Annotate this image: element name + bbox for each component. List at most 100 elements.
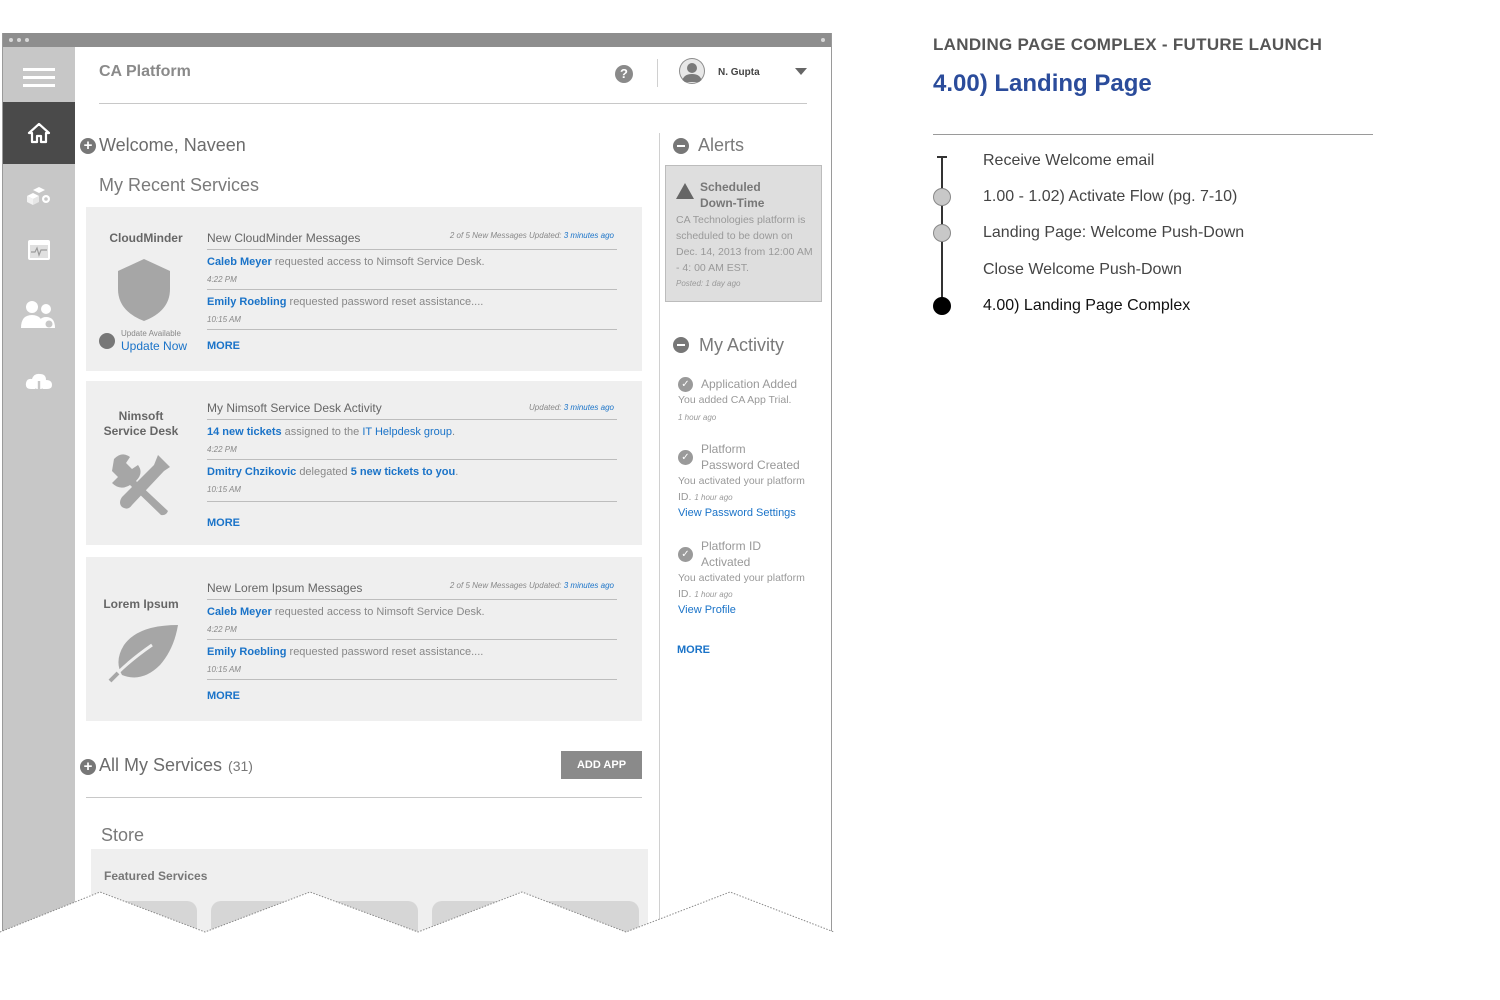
divider xyxy=(207,679,617,680)
all-services-heading: All My Services (31) xyxy=(99,755,253,775)
tickets-link[interactable]: 14 new tickets xyxy=(207,426,282,438)
activity-body: You activated your platform ID. 1 hour a… xyxy=(678,475,805,503)
collapse-minus-icon[interactable] xyxy=(673,337,689,353)
window-dot xyxy=(25,38,29,42)
more-link[interactable]: MORE xyxy=(207,340,240,352)
alert-card[interactable]: Scheduled Down-Time CA Technologies platf… xyxy=(665,165,822,302)
updated-link[interactable]: 3 minutes ago xyxy=(564,403,614,412)
group-link[interactable]: IT Helpdesk group xyxy=(362,426,452,438)
user-link[interactable]: Caleb Meyer xyxy=(207,606,272,618)
user-link[interactable]: Caleb Meyer xyxy=(207,256,272,268)
updated-text: Updated: 3 minutes ago xyxy=(529,403,614,412)
divider xyxy=(86,797,642,798)
message-row: 14 new tickets assigned to the IT Helpde… xyxy=(207,426,456,438)
message-row: Emily Roebling requested password reset … xyxy=(207,296,484,308)
window-dot xyxy=(17,38,21,42)
sidebar-item-cloud[interactable] xyxy=(3,353,75,415)
user-link[interactable]: Emily Roebling xyxy=(207,646,286,658)
divider xyxy=(207,329,617,330)
sidebar-item-users[interactable] xyxy=(3,284,75,346)
alerts-heading: Alerts xyxy=(698,135,745,155)
sidebar xyxy=(3,47,75,933)
activity-time: 1 hour ago xyxy=(694,590,733,599)
check-icon: ✓ xyxy=(678,547,693,562)
timeline-node-current xyxy=(933,297,951,315)
user-silhouette-icon xyxy=(680,59,704,83)
service-name: CloudMinder xyxy=(109,231,183,245)
avatar[interactable] xyxy=(679,58,705,84)
welcome-heading: Welcome, Naveen xyxy=(99,135,246,155)
window-dot xyxy=(821,38,825,42)
update-now-link[interactable]: Update Now xyxy=(121,339,187,353)
activity-title: Platform ID Activated xyxy=(701,539,762,569)
hamburger-menu-button[interactable] xyxy=(3,47,75,109)
torn-edge xyxy=(0,891,840,940)
alert-body: CA Technologies platform is scheduled to… xyxy=(676,214,813,274)
divider xyxy=(207,639,617,640)
more-link[interactable]: MORE xyxy=(207,690,240,702)
sidebar-item-apps[interactable] xyxy=(3,164,75,226)
service-card-cloudminder: CloudMinder Update Available Update Now … xyxy=(86,207,642,371)
activity-time: 1 hour ago xyxy=(694,493,733,502)
shield-icon xyxy=(118,259,170,321)
sidebar-item-monitor[interactable] xyxy=(3,219,75,281)
collapse-minus-icon[interactable] xyxy=(673,138,689,154)
timeline-cap xyxy=(937,156,947,158)
activity-title: Platform Password Created xyxy=(701,442,800,472)
user-name[interactable]: N. Gupta xyxy=(718,67,760,78)
service-name: Lorem Ipsum xyxy=(103,597,179,611)
refresh-icon[interactable] xyxy=(99,333,115,349)
card-heading: New CloudMinder Messages xyxy=(207,231,361,245)
divider xyxy=(659,133,660,933)
update-available-text: Update Available xyxy=(121,329,181,338)
activity-heading: My Activity xyxy=(699,335,785,355)
users-icon xyxy=(21,301,55,328)
services-count: (31) xyxy=(228,758,253,774)
service-card-nimsoft: Nimsoft Service Desk My Nimsoft Service D… xyxy=(86,381,642,545)
divider xyxy=(207,249,617,250)
card-heading: New Lorem Ipsum Messages xyxy=(207,581,363,595)
view-profile-link[interactable]: View Profile xyxy=(678,604,736,616)
updated-link[interactable]: 3 minutes ago xyxy=(564,231,614,240)
service-card-lorem-ipsum: Lorem Ipsum New Lorem Ipsum Messages 2 o… xyxy=(86,557,642,721)
divider xyxy=(207,419,617,420)
message-row: Caleb Meyer requested access to Nimsoft … xyxy=(207,256,485,268)
expand-plus-icon[interactable]: + xyxy=(80,759,96,775)
updated-text: 2 of 5 New Messages Updated: 3 minutes a… xyxy=(449,581,614,590)
alert-title: Scheduled Down-Time xyxy=(700,180,765,210)
user-link[interactable]: Dmitry Chzikovic xyxy=(207,466,296,478)
expand-plus-icon[interactable]: + xyxy=(80,138,96,154)
add-app-button[interactable]: ADD APP xyxy=(561,751,642,779)
activity-body: You added CA App Trial. xyxy=(678,394,792,406)
message-time: 10:15 AM xyxy=(207,315,241,324)
more-link[interactable]: MORE xyxy=(207,517,240,529)
activity-more-link[interactable]: MORE xyxy=(677,644,710,656)
user-link[interactable]: Emily Roebling xyxy=(207,296,286,308)
monitor-icon xyxy=(28,240,50,260)
activity-title: Application Added xyxy=(701,377,798,391)
message-time: 4:22 PM xyxy=(207,625,237,634)
message-time: 10:15 AM xyxy=(207,665,241,674)
cloud-download-icon xyxy=(25,373,52,396)
activity-body: You activated your platform ID. 1 hour a… xyxy=(678,572,805,600)
timeline-step: Close Welcome Push-Down xyxy=(983,261,1182,278)
divider xyxy=(933,134,1373,135)
message-row: Caleb Meyer requested access to Nimsoft … xyxy=(207,606,485,618)
sidebar-item-home[interactable] xyxy=(3,102,75,164)
window-titlebar xyxy=(3,33,831,47)
updated-link[interactable]: 3 minutes ago xyxy=(564,581,614,590)
message-row: Emily Roebling requested password reset … xyxy=(207,646,484,658)
main-area: CA Platform ? N. Gupta + Welcome, Naveen… xyxy=(75,47,831,933)
timeline-step: Landing Page: Welcome Push-Down xyxy=(983,224,1245,241)
app-window: CA Platform ? N. Gupta + Welcome, Naveen… xyxy=(2,33,832,933)
timeline-step: 1.00 - 1.02) Activate Flow (pg. 7-10) xyxy=(983,188,1238,205)
check-icon: ✓ xyxy=(678,377,693,392)
tickets-link[interactable]: 5 new tickets to you xyxy=(351,466,456,478)
view-password-settings-link[interactable]: View Password Settings xyxy=(678,507,796,519)
message-time: 4:22 PM xyxy=(207,275,237,284)
chevron-down-icon[interactable] xyxy=(795,68,807,75)
window-dot xyxy=(9,38,13,42)
divider xyxy=(207,289,617,290)
leaf-icon xyxy=(108,625,178,683)
help-icon[interactable]: ? xyxy=(615,65,633,83)
